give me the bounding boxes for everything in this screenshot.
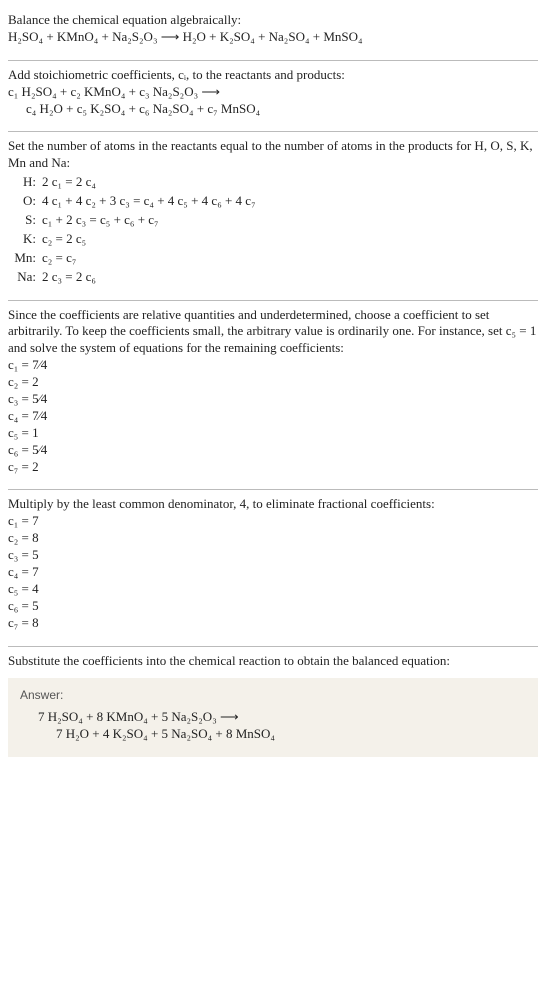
atom-label: S:	[8, 212, 36, 229]
atom-equation: 2 c₁ = 2 c₄	[42, 174, 538, 191]
coeff-value: c₂ = 2	[8, 374, 538, 391]
coeff-value: c₆ = 5⁄4	[8, 442, 538, 459]
text-solve-intro: Since the coefficients are relative quan…	[8, 307, 538, 358]
coeff-value: c₄ = 7	[8, 564, 538, 581]
section-substitute: Substitute the coefficients into the che…	[8, 647, 538, 672]
section-solve-fractional: Since the coefficients are relative quan…	[8, 301, 538, 491]
equation-stoich-lhs: c₁ H₂SO₄ + c₂ KMnO₄ + c₃ Na₂S₂O₃ ⟶	[8, 84, 538, 101]
atom-label: Na:	[8, 269, 36, 286]
text-balance-title: Balance the chemical equation algebraica…	[8, 12, 538, 29]
equation-unbalanced: H₂SO₄ + KMnO₄ + Na₂S₂O₃ ⟶ H₂O + K₂SO₄ + …	[8, 29, 538, 46]
atom-equations: H: 2 c₁ = 2 c₄ O: 4 c₁ + 4 c₂ + 3 c₃ = c…	[8, 174, 538, 285]
section-solve-integer: Multiply by the least common denominator…	[8, 490, 538, 646]
section-atoms: Set the number of atoms in the reactants…	[8, 132, 538, 300]
answer-equation-rhs: 7 H₂O + 4 K₂SO₄ + 5 Na₂SO₄ + 8 MnSO₄	[20, 726, 526, 743]
text-lcm-intro: Multiply by the least common denominator…	[8, 496, 538, 513]
coeff-value: c₃ = 5⁄4	[8, 391, 538, 408]
coeff-value: c₁ = 7⁄4	[8, 357, 538, 374]
atom-equation: 2 c₃ = 2 c₆	[42, 269, 538, 286]
atom-label: K:	[8, 231, 36, 248]
answer-label: Answer:	[20, 688, 526, 704]
coeff-list-fractional: c₁ = 7⁄4 c₂ = 2 c₃ = 5⁄4 c₄ = 7⁄4 c₅ = 1…	[8, 357, 538, 475]
coeff-value: c₆ = 5	[8, 598, 538, 615]
answer-equation-lhs: 7 H₂SO₄ + 8 KMnO₄ + 5 Na₂S₂O₃ ⟶	[20, 709, 526, 726]
coeff-value: c₁ = 7	[8, 513, 538, 530]
text-stoich-intro: Add stoichiometric coefficients, cᵢ, to …	[8, 67, 538, 84]
section-stoich: Add stoichiometric coefficients, cᵢ, to …	[8, 61, 538, 133]
equation-stoich-rhs: c₄ H₂O + c₅ K₂SO₄ + c₆ Na₂SO₄ + c₇ MnSO₄	[8, 101, 538, 118]
atom-equation: c₂ = c₇	[42, 250, 538, 267]
atom-label: O:	[8, 193, 36, 210]
atom-label: H:	[8, 174, 36, 191]
section-balance: Balance the chemical equation algebraica…	[8, 6, 538, 61]
text-substitute: Substitute the coefficients into the che…	[8, 653, 538, 670]
coeff-value: c₇ = 8	[8, 615, 538, 632]
coeff-value: c₇ = 2	[8, 459, 538, 476]
coeff-value: c₂ = 8	[8, 530, 538, 547]
atom-equation: c₁ + 2 c₃ = c₅ + c₆ + c₇	[42, 212, 538, 229]
coeff-value: c₄ = 7⁄4	[8, 408, 538, 425]
atom-equation: c₂ = 2 c₅	[42, 231, 538, 248]
coeff-value: c₅ = 1	[8, 425, 538, 442]
coeff-value: c₅ = 4	[8, 581, 538, 598]
text-atoms-intro: Set the number of atoms in the reactants…	[8, 138, 538, 172]
atom-equation: 4 c₁ + 4 c₂ + 3 c₃ = c₄ + 4 c₅ + 4 c₆ + …	[42, 193, 538, 210]
coeff-list-integer: c₁ = 7 c₂ = 8 c₃ = 5 c₄ = 7 c₅ = 4 c₆ = …	[8, 513, 538, 631]
atom-label: Mn:	[8, 250, 36, 267]
coeff-value: c₃ = 5	[8, 547, 538, 564]
document: Balance the chemical equation algebraica…	[0, 0, 546, 777]
answer-box: Answer: 7 H₂SO₄ + 8 KMnO₄ + 5 Na₂S₂O₃ ⟶ …	[8, 678, 538, 757]
